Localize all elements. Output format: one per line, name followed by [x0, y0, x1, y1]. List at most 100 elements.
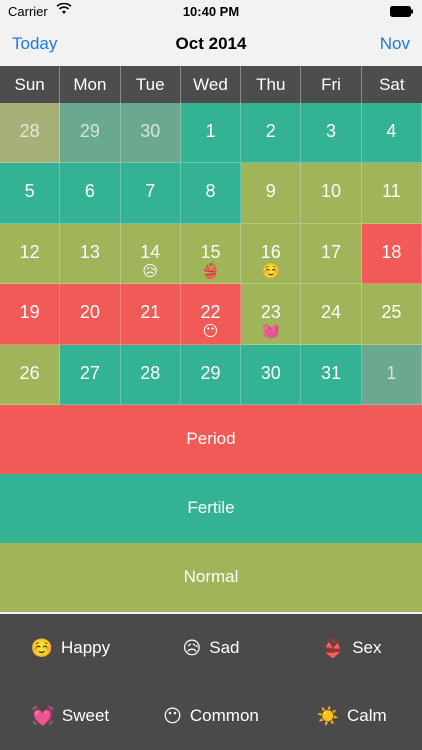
legend-normal-label: Normal — [183, 567, 239, 587]
mood-happy-button[interactable]: ☺️ Happy — [0, 614, 141, 682]
day-number: 24 — [321, 302, 342, 323]
day-number: 8 — [205, 181, 216, 202]
weekday-label: Fri — [301, 66, 362, 103]
weekday-header: Sun Mon Tue Wed Thu Fri Sat — [0, 66, 422, 103]
day-number: 16 — [260, 241, 281, 262]
weekday-label: Wed — [181, 66, 242, 103]
calendar-day-outside[interactable]: 28 — [0, 103, 61, 164]
calendar-day-outside[interactable]: 30 — [120, 103, 181, 164]
calendar-day[interactable]: 15 👙 — [180, 223, 242, 285]
calendar-day[interactable]: 17 — [301, 223, 362, 285]
day-number: 25 — [381, 302, 402, 323]
calendar-day[interactable]: 29 — [180, 344, 242, 405]
day-mood-icon: 😶 — [202, 323, 219, 341]
calendar-day[interactable]: 22 😶 — [180, 284, 242, 345]
calendar-day-outside[interactable]: 1 — [361, 344, 422, 405]
day-number: 29 — [79, 121, 100, 141]
calendar-day[interactable]: 30 — [241, 344, 302, 405]
day-number: 1 — [386, 362, 397, 383]
day-number: 29 — [200, 362, 221, 383]
calendar-day[interactable]: 8 — [180, 163, 242, 224]
calendar-day[interactable]: 2 — [241, 103, 302, 164]
calendar-day[interactable]: 3 — [301, 103, 362, 164]
sweet-icon: 💓 — [31, 705, 54, 726]
calendar-day[interactable]: 7 — [120, 163, 181, 224]
calendar-day[interactable]: 4 — [361, 103, 422, 164]
mood-common-button[interactable]: 😶 Common — [141, 682, 282, 750]
navigation-bar: Today Oct 2014 Nov — [0, 22, 422, 66]
calendar-day[interactable]: 5 — [0, 163, 61, 224]
legend-fertile[interactable]: Fertile — [0, 473, 422, 543]
calendar-day[interactable]: 9 — [241, 163, 302, 224]
calendar-day[interactable]: 26 — [0, 344, 61, 405]
calendar-day[interactable]: 10 — [301, 163, 362, 224]
calendar-day[interactable]: 23 💓 — [241, 284, 302, 345]
calendar-grid: 28 29 30 1 2 3 4 5 6 7 8 9 10 11 12 13 14 😥 15 👙 16 ☺️ 17 18 19 2… — [0, 103, 422, 405]
day-number: 3 — [326, 121, 337, 141]
legend-fertile-label: Fertile — [187, 498, 235, 518]
day-number: 11 — [382, 181, 401, 202]
mood-sad-button[interactable]: 😥 Sad — [141, 614, 282, 682]
day-number: 9 — [265, 181, 276, 202]
calendar-day[interactable]: 12 — [0, 223, 61, 285]
weekday-label: Tue — [121, 66, 181, 103]
calendar-day[interactable]: 24 — [301, 284, 362, 345]
legend-period[interactable]: Period — [0, 404, 422, 474]
day-number: 28 — [140, 362, 161, 383]
calendar-day[interactable]: 28 — [120, 344, 181, 405]
weekday-label: Sun — [0, 66, 61, 103]
calendar-day[interactable]: 13 — [60, 223, 121, 285]
day-number: 4 — [386, 121, 397, 141]
sad-icon: 😥 — [182, 637, 202, 658]
day-number: 10 — [321, 181, 342, 202]
calendar-day[interactable]: 19 — [0, 284, 61, 345]
calendar-day[interactable]: 21 — [120, 284, 181, 345]
mood-label: Calm — [347, 706, 387, 725]
status-bar: Carrier 10:40 PM — [0, 0, 422, 22]
calendar-day[interactable]: 6 — [60, 163, 121, 224]
mood-label: Happy — [60, 638, 111, 657]
day-number: 17 — [321, 241, 342, 262]
calendar-day[interactable]: 11 — [361, 163, 422, 224]
legend-period-label: Period — [186, 429, 236, 449]
day-number: 30 — [260, 362, 281, 383]
happy-icon: ☺️ — [30, 637, 53, 658]
day-number: 15 — [200, 241, 221, 262]
calendar-day[interactable]: 27 — [60, 344, 121, 405]
day-number: 30 — [140, 121, 161, 141]
day-number: 19 — [19, 302, 40, 323]
day-number: 14 — [140, 241, 161, 262]
day-number: 22 — [200, 302, 221, 323]
day-mood-icon: 😥 — [142, 262, 159, 280]
next-month-button[interactable]: Nov — [380, 34, 410, 54]
weekday-label: Sat — [379, 74, 405, 94]
calendar-day[interactable]: 1 — [180, 103, 242, 164]
calendar-day[interactable]: 25 — [361, 284, 422, 345]
calendar-day[interactable]: 31 — [301, 344, 362, 405]
mood-label: Sad — [209, 638, 240, 657]
day-number: 20 — [79, 302, 100, 323]
calendar-day[interactable]: 16 ☺️ — [241, 223, 302, 285]
calendar-day[interactable]: 20 — [60, 284, 121, 345]
legend-normal[interactable]: Normal — [0, 542, 422, 612]
mood-sex-button[interactable]: 👙 Sex — [281, 614, 422, 682]
day-number: 21 — [140, 302, 161, 323]
day-number: 5 — [24, 181, 35, 202]
common-icon: 😶 — [163, 705, 182, 726]
calendar-day-outside[interactable]: 29 — [60, 103, 121, 164]
mood-calm-button[interactable]: ☀️ Calm — [281, 682, 422, 750]
mood-sweet-button[interactable]: 💓 Sweet — [0, 682, 141, 750]
sex-icon: 👙 — [321, 637, 345, 658]
day-mood-icon: ☺️ — [261, 262, 281, 280]
mood-label: Sex — [352, 638, 382, 657]
calendar-day[interactable]: 14 😥 — [120, 223, 181, 285]
day-number: 31 — [321, 362, 342, 383]
day-number: 23 — [260, 302, 281, 323]
day-number: 18 — [381, 241, 402, 262]
day-number: 1 — [205, 121, 216, 141]
calendar-day[interactable]: 18 — [361, 223, 422, 285]
day-number: 2 — [265, 121, 276, 141]
mood-label: Sweet — [61, 706, 110, 725]
mood-selector: ☺️ Happy 😥 Sad 👙 Sex 💓 Sweet 😶 Common ☀️ Calm — [0, 614, 422, 750]
calm-icon: ☀️ — [316, 705, 340, 726]
